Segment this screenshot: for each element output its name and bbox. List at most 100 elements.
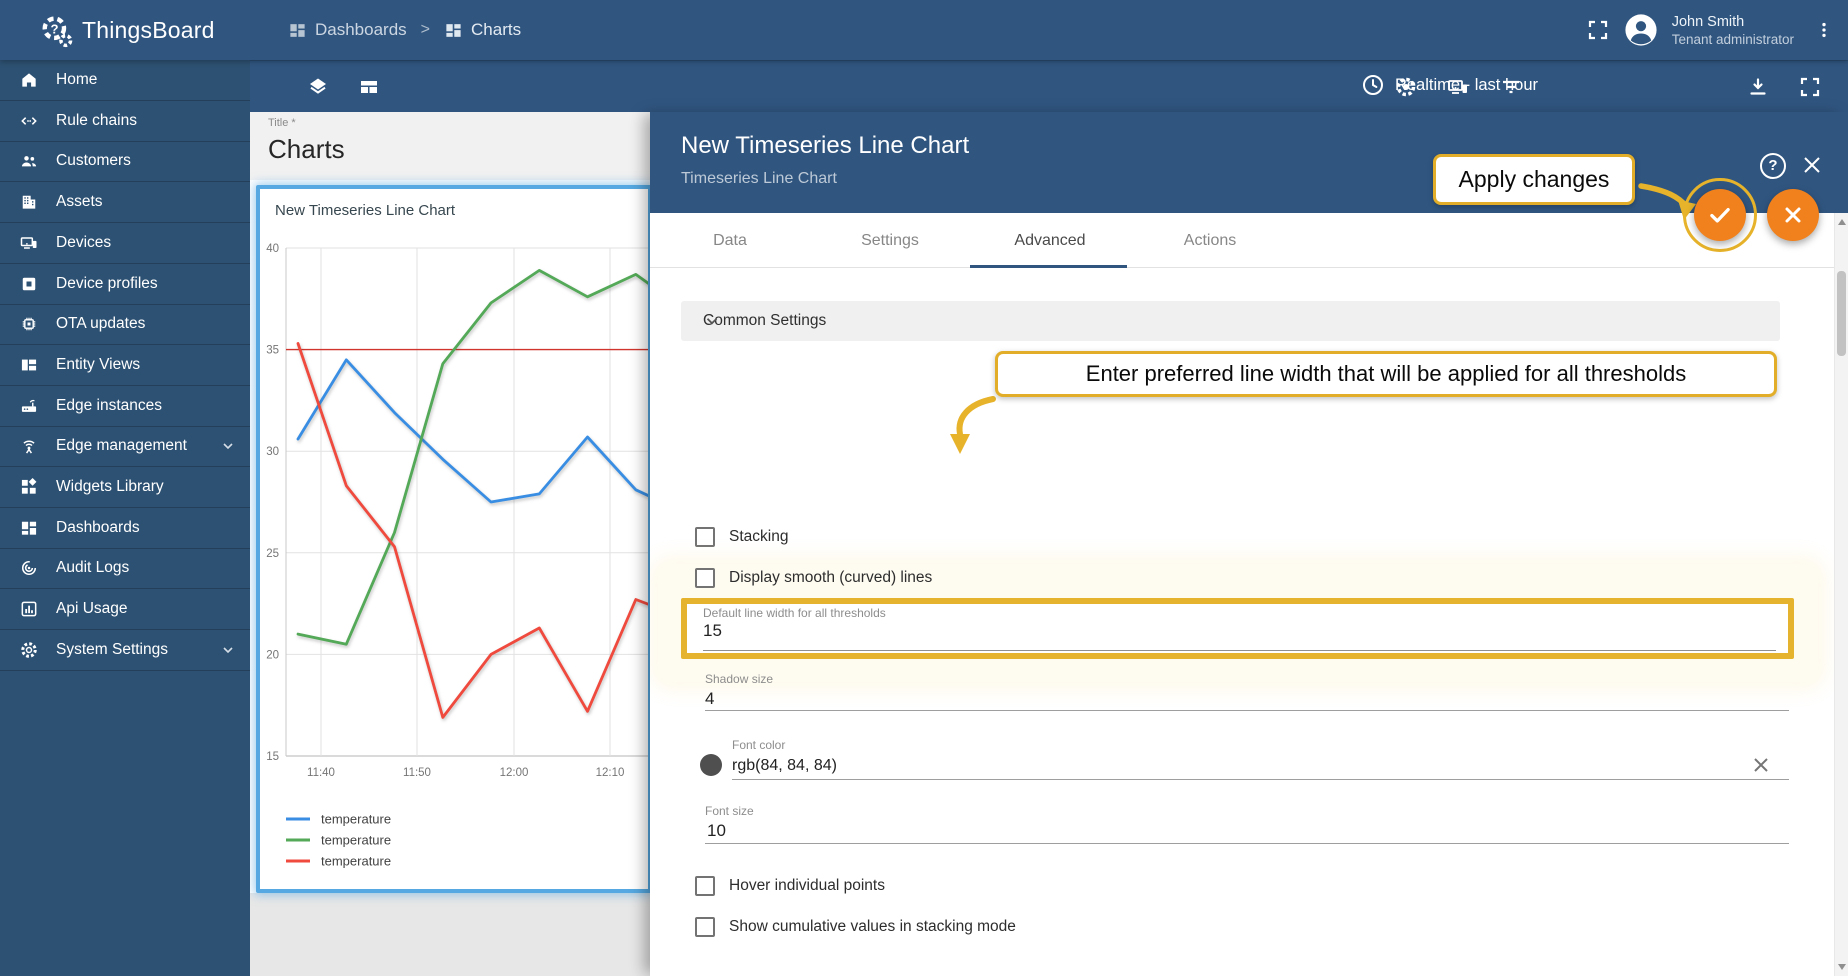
sidebar-item-label: OTA updates: [56, 315, 146, 332]
customers-icon: [19, 151, 39, 171]
close-icon[interactable]: [1800, 153, 1824, 177]
apply-changes-callout: Apply changes: [1433, 154, 1635, 205]
sidebar-item-widgets-library[interactable]: Widgets Library: [0, 467, 250, 508]
user-role: Tenant administrator: [1671, 31, 1794, 47]
section-common-settings[interactable]: Common Settings: [681, 301, 1780, 341]
panel-scrollbar[interactable]: [1834, 213, 1848, 976]
kebab-menu-icon[interactable]: [1814, 18, 1834, 42]
layout-icon[interactable]: [357, 75, 381, 99]
panel-subtitle: Timeseries Line Chart: [681, 170, 837, 187]
sidebar-item-devices[interactable]: Devices: [0, 223, 250, 264]
widget-details-panel: New Timeseries Line Chart Timeseries Lin…: [650, 112, 1848, 976]
tab-advanced[interactable]: Advanced: [970, 213, 1130, 268]
sidebar-item-edge-instances[interactable]: Edge instances: [0, 386, 250, 427]
logo[interactable]: ? ThingsBoard: [0, 0, 250, 60]
checkbox-box[interactable]: [695, 568, 715, 588]
chevron-down-icon: [220, 642, 236, 658]
ota-updates-icon: [19, 314, 39, 334]
apply-changes-button[interactable]: [1694, 189, 1746, 241]
field-label: Shadow size: [705, 672, 774, 686]
dashboard-title-input[interactable]: Charts: [268, 134, 345, 165]
checkbox-box[interactable]: [695, 917, 715, 937]
input-underline: [705, 710, 1789, 711]
edge-management-icon: [19, 436, 39, 456]
system-settings-icon: [19, 640, 39, 660]
panel-tabs: Data Settings Advanced Actions: [650, 213, 1848, 268]
checkbox-label: Hover individual points: [729, 877, 885, 894]
tab-actions[interactable]: Actions: [1130, 213, 1290, 268]
sidebar-item-dashboards[interactable]: Dashboards: [0, 508, 250, 549]
avatar[interactable]: [1624, 13, 1658, 47]
sidebar: Home Rule chains Customers Assets Devices Dev…: [0, 60, 250, 976]
checkbox-smooth-lines[interactable]: Display smooth (curved) lines: [695, 568, 932, 588]
input-underline: [705, 843, 1789, 844]
breadcrumb-charts[interactable]: Charts: [471, 20, 521, 40]
sidebar-item-label: Home: [56, 71, 98, 88]
sidebar-item-label: Edge instances: [56, 397, 162, 414]
tab-settings[interactable]: Settings: [810, 213, 970, 268]
shadow-size-input[interactable]: 4: [705, 689, 714, 709]
field-label: Font size: [705, 804, 754, 818]
breadcrumb-dashboards[interactable]: Dashboards: [315, 20, 407, 40]
line-width-field-highlighted: Default line width for all thresholds 15: [681, 598, 1794, 659]
sidebar-item-entity-views[interactable]: Entity Views: [0, 345, 250, 386]
sidebar-item-assets[interactable]: Assets: [0, 182, 250, 223]
checkbox-cumulative[interactable]: Show cumulative values in stacking mode: [695, 917, 1016, 937]
sidebar-item-edge-management[interactable]: Edge management: [0, 426, 250, 467]
checkbox-box[interactable]: [695, 527, 715, 547]
home-icon: [19, 70, 39, 90]
chevron-down-icon: [220, 438, 236, 454]
assets-icon: [19, 192, 39, 212]
help-icon[interactable]: ?: [1760, 153, 1786, 179]
layers-icon[interactable]: [306, 75, 330, 99]
sidebar-item-label: Assets: [56, 193, 103, 210]
user-name: John Smith: [1671, 13, 1745, 30]
scrollbar-thumb[interactable]: [1837, 271, 1846, 356]
scroll-down-arrow[interactable]: [1838, 964, 1846, 970]
tab-data[interactable]: Data: [650, 213, 810, 268]
sidebar-item-rule-chains[interactable]: Rule chains: [0, 101, 250, 142]
widget-selection-frame[interactable]: [256, 185, 652, 893]
dashboards-tiles-icon: [288, 21, 307, 40]
font-color-swatch[interactable]: [700, 754, 722, 776]
checkbox-label: Stacking: [729, 528, 789, 545]
checkbox-hover-points[interactable]: Hover individual points: [695, 876, 885, 896]
sidebar-item-audit-logs[interactable]: Audit Logs: [0, 548, 250, 589]
sidebar-item-label: Devices: [56, 234, 112, 251]
sidebar-item-customers[interactable]: Customers: [0, 141, 250, 182]
rule-chains-icon: [19, 111, 39, 131]
sidebar-item-label: Dashboards: [56, 519, 140, 536]
checkbox-box[interactable]: [695, 876, 715, 896]
discard-changes-button[interactable]: [1767, 189, 1819, 241]
font-color-input[interactable]: rgb(84, 84, 84): [732, 757, 837, 775]
sidebar-item-home[interactable]: Home: [0, 60, 250, 101]
download-icon[interactable]: [1746, 75, 1770, 99]
checkbox-label: Show cumulative values in stacking mode: [729, 918, 1016, 935]
devices-icon: [19, 233, 39, 253]
toolbar-fullscreen-icon[interactable]: [1798, 75, 1822, 99]
sidebar-item-label: Widgets Library: [56, 478, 164, 495]
font-size-input[interactable]: 10: [707, 821, 726, 841]
widgets-library-icon: [19, 477, 39, 497]
panel-title: New Timeseries Line Chart: [681, 132, 970, 159]
user-info[interactable]: John Smith Tenant administrator: [1672, 13, 1794, 48]
header-fullscreen-icon[interactable]: [1586, 18, 1610, 42]
sidebar-item-label: Audit Logs: [56, 559, 130, 576]
thingsboard-app: ? ThingsBoard Dashboards > Charts John S…: [0, 0, 1848, 976]
sidebar-item-system-settings[interactable]: System Settings: [0, 630, 250, 671]
checkbox-stacking[interactable]: Stacking: [695, 527, 788, 547]
sidebar-item-label: Api Usage: [56, 600, 128, 617]
sidebar-item-device-profiles[interactable]: Device profiles: [0, 264, 250, 305]
time-window-button[interactable]: Realtime - last hour: [1361, 73, 1538, 97]
device-profiles-icon: [19, 274, 39, 294]
time-window-label: Realtime - last hour: [1394, 75, 1538, 94]
line-width-input[interactable]: 15: [703, 621, 722, 641]
sidebar-item-ota-updates[interactable]: OTA updates: [0, 304, 250, 345]
panel-header: New Timeseries Line Chart Timeseries Lin…: [650, 112, 1848, 213]
breadcrumb-separator: >: [420, 21, 431, 38]
clear-icon[interactable]: [1749, 753, 1773, 777]
sidebar-item-api-usage[interactable]: Api Usage: [0, 589, 250, 630]
svg-text:?: ?: [50, 22, 58, 37]
field-label: Default line width for all thresholds: [703, 606, 886, 620]
scroll-up-arrow[interactable]: [1838, 219, 1846, 225]
